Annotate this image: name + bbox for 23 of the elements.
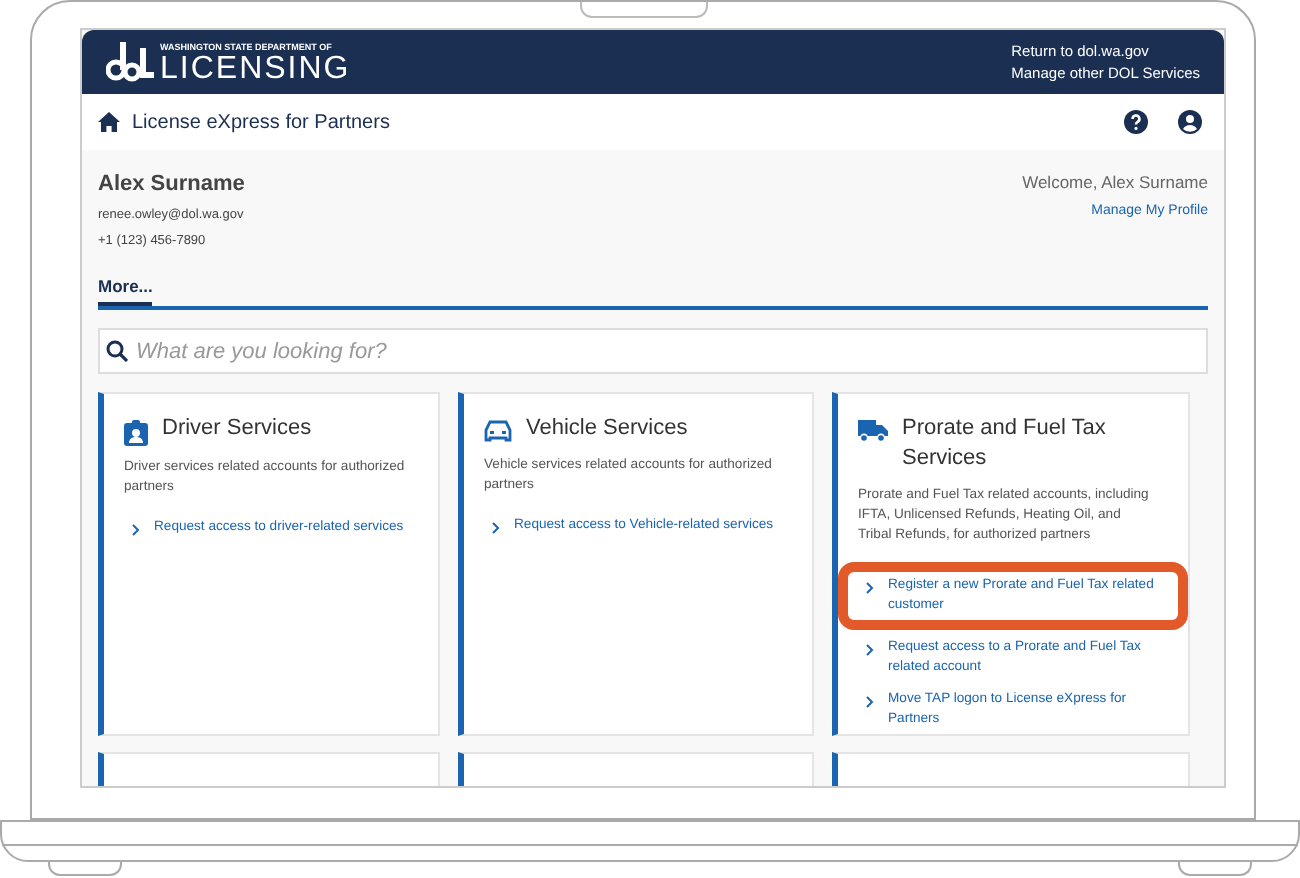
welcome-text: Welcome, Alex Surname bbox=[1022, 170, 1208, 196]
chevron-right-icon bbox=[492, 522, 500, 534]
dol-logo-icon bbox=[106, 42, 154, 82]
chevron-right-icon bbox=[866, 644, 874, 656]
app-title: License eXpress for Partners bbox=[132, 109, 390, 137]
card-title: Vehicle Services bbox=[526, 414, 688, 444]
car-icon bbox=[484, 420, 512, 442]
account-icon[interactable] bbox=[1178, 110, 1202, 134]
help-icon[interactable] bbox=[1124, 110, 1148, 134]
search-field[interactable]: What are you looking for? bbox=[98, 328, 1208, 374]
card-title: Driver Services bbox=[162, 414, 312, 444]
truck-icon bbox=[858, 420, 888, 442]
chevron-right-icon bbox=[132, 524, 140, 536]
user-name: Alex Surname bbox=[98, 170, 245, 200]
home-icon[interactable] bbox=[98, 112, 120, 132]
chevron-right-icon bbox=[866, 582, 874, 594]
laptop-foot bbox=[48, 862, 122, 876]
laptop-foot bbox=[1178, 862, 1252, 876]
search-icon bbox=[106, 340, 128, 362]
id-badge-icon bbox=[124, 420, 148, 446]
chevron-right-icon bbox=[866, 696, 874, 708]
card-title: Prorate and Fuel Tax Services bbox=[902, 414, 1108, 474]
agency-name: LICENSING bbox=[160, 53, 351, 83]
